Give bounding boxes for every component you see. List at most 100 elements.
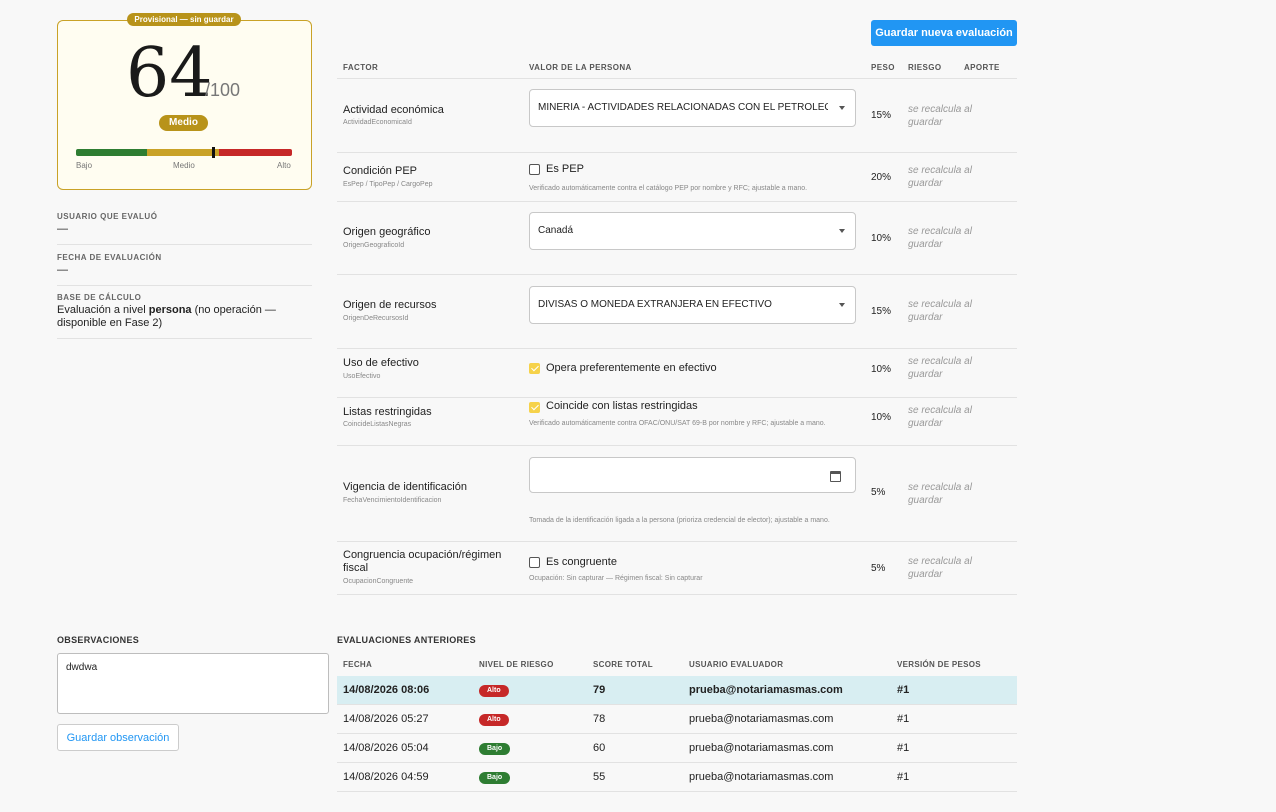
provisional-badge: Provisional — sin guardar <box>127 13 241 26</box>
factor-code: OrigenGeograficoId <box>343 242 405 249</box>
factor-weight: 15% <box>871 306 892 317</box>
origen-geografico-select[interactable]: Canadá <box>529 212 856 250</box>
history-version: #1 <box>897 684 910 696</box>
origen-recursos-select[interactable]: DIVISAS O MONEDA EXTRANJERA EN EFECTIVO <box>529 286 856 324</box>
factor-code: EsPep / TipoPep / CargoPep <box>343 181 433 188</box>
factor-code: OrigenDeRecursosId <box>343 315 409 322</box>
history-score: 79 <box>593 684 606 696</box>
congruente-checkbox[interactable] <box>529 557 540 568</box>
calendar-icon[interactable] <box>830 471 841 482</box>
history-user: prueba@notariamasmas.com <box>689 771 834 783</box>
history-version: #1 <box>897 771 910 783</box>
checkbox-label: Es congruente <box>546 556 617 568</box>
checkbox-label: Coincide con listas restringidas <box>546 400 698 412</box>
factor-code: UsoEfectivo <box>343 373 381 380</box>
calc-base-label: BASE DE CÁLCULO <box>57 293 142 302</box>
history-row[interactable]: 14/08/2026 05:04 Bajo 60 prueba@notariam… <box>337 734 1017 763</box>
factor-name: Origen de recursos <box>343 299 437 311</box>
chevron-down-icon <box>839 303 845 307</box>
factor-row-actividad: Actividad económica ActividadEconomicaId… <box>337 78 1017 152</box>
date-value: — <box>57 264 68 276</box>
factor-code: CoincideListasNegras <box>343 421 412 428</box>
factor-hint: Verificado automáticamente contra OFAC/O… <box>529 420 826 427</box>
recalc-note: se recalcula al guardar <box>908 482 972 506</box>
save-observation-button[interactable]: Guardar observación <box>57 724 179 751</box>
gauge-high-segment <box>218 149 292 156</box>
factor-weight: 5% <box>871 563 886 574</box>
date-field: FECHA DE EVALUACIÓN — <box>57 253 312 286</box>
risk-badge: Bajo <box>479 772 511 784</box>
pep-checkbox[interactable] <box>529 164 540 175</box>
header-weight: PESO <box>871 63 895 72</box>
actividad-select[interactable]: MINERIA - ACTIVIDADES RELACIONADAS CON E… <box>529 89 856 127</box>
history-user: prueba@notariamasmas.com <box>689 742 834 754</box>
history-header-user: USUARIO EVALUADOR <box>689 660 784 669</box>
history-score: 60 <box>593 742 606 754</box>
select-value: MINERIA - ACTIVIDADES RELACIONADAS CON E… <box>538 102 828 113</box>
risk-badge: Alto <box>479 714 509 726</box>
date-label: FECHA DE EVALUACIÓN <box>57 253 162 262</box>
history-header-version: VERSIÓN DE PESOS <box>897 660 981 669</box>
recalc-note: se recalcula al guardar <box>908 299 972 323</box>
factor-weight: 20% <box>871 172 892 183</box>
gauge-mid-segment <box>147 149 219 156</box>
factor-row-uso-efectivo: Uso de efectivo UsoEfectivo Opera prefer… <box>337 348 1017 397</box>
history-score: 78 <box>593 713 606 725</box>
history-row[interactable]: 14/08/2026 08:06 Alto 79 prueba@notariam… <box>337 676 1017 705</box>
recalc-note: se recalcula al guardar <box>908 405 972 429</box>
calc-base-value: Evaluación a nivel persona (no operación… <box>57 304 276 329</box>
factor-name: Actividad económica <box>343 104 444 116</box>
recalc-note: se recalcula al guardar <box>908 226 972 250</box>
observations-textarea[interactable]: dwdwa <box>57 653 329 714</box>
factor-weight: 10% <box>871 364 892 375</box>
risk-badge: Bajo <box>479 743 511 755</box>
listas-checkbox[interactable] <box>529 402 540 413</box>
factor-weight: 15% <box>871 110 892 121</box>
risk-badge: Alto <box>479 685 509 697</box>
header-factor: FACTOR <box>343 63 379 72</box>
evaluator-value: — <box>57 223 68 235</box>
factor-name: Condición PEP <box>343 165 417 177</box>
factor-name: Listas restringidas <box>343 406 432 418</box>
save-new-evaluation-button[interactable]: Guardar nueva evaluación <box>871 20 1017 46</box>
factor-weight: 10% <box>871 412 892 423</box>
factor-row-listas: Listas restringidas CoincideListasNegras… <box>337 397 1017 445</box>
history-user: prueba@notariamasmas.com <box>689 684 843 696</box>
chevron-down-icon <box>839 229 845 233</box>
history-header-level: NIVEL DE RIESGO <box>479 660 554 669</box>
history-version: #1 <box>897 742 910 754</box>
history-header-score: SCORE TOTAL <box>593 660 653 669</box>
evaluator-field: USUARIO QUE EVALUÓ — <box>57 212 312 245</box>
history-date: 14/08/2026 05:27 <box>343 713 429 725</box>
recalc-note: se recalcula al guardar <box>908 165 972 189</box>
factor-row-congruencia: Congruencia ocupación/régimen fiscal Ocu… <box>337 541 1017 595</box>
gauge-low-segment <box>76 149 148 156</box>
history-header-date: FECHA <box>343 660 373 669</box>
history-row[interactable]: 14/08/2026 04:59 Bajo 55 prueba@notariam… <box>337 763 1017 792</box>
checkbox-label: Opera preferentemente en efectivo <box>546 362 717 374</box>
history-row[interactable]: 14/08/2026 05:27 Alto 78 prueba@notariam… <box>337 705 1017 734</box>
factor-row-vigencia: Vigencia de identificación FechaVencimie… <box>337 445 1017 541</box>
factor-code: ActividadEconomicaId <box>343 119 412 126</box>
history-score: 55 <box>593 771 606 783</box>
score-value: 64 <box>126 34 213 113</box>
factor-row-origen-geografico: Origen geográfico OrigenGeograficoId Can… <box>337 201 1017 274</box>
factor-code: FechaVencimientoIdentificacion <box>343 497 442 504</box>
score-denominator: /100 <box>205 80 241 100</box>
recalc-note: se recalcula al guardar <box>908 356 972 380</box>
select-value: Canadá <box>538 225 574 236</box>
factor-weight: 5% <box>871 487 886 498</box>
factor-hint: Tomada de la identificación ligada a la … <box>529 517 830 524</box>
recalc-note: se recalcula al guardar <box>908 104 972 128</box>
history-date: 14/08/2026 04:59 <box>343 771 429 783</box>
uso-efectivo-checkbox[interactable] <box>529 363 540 374</box>
factor-hint: Verificado automáticamente contra el cat… <box>529 185 808 192</box>
history-version: #1 <box>897 713 910 725</box>
factor-name: Uso de efectivo <box>343 357 419 369</box>
history-user: prueba@notariamasmas.com <box>689 713 834 725</box>
history-title: EVALUACIONES ANTERIORES <box>337 635 476 645</box>
vigencia-date-input[interactable] <box>529 457 856 493</box>
risk-level-badge: Medio <box>159 115 208 131</box>
gauge-marker <box>212 147 215 158</box>
history-date: 14/08/2026 08:06 <box>343 684 430 696</box>
